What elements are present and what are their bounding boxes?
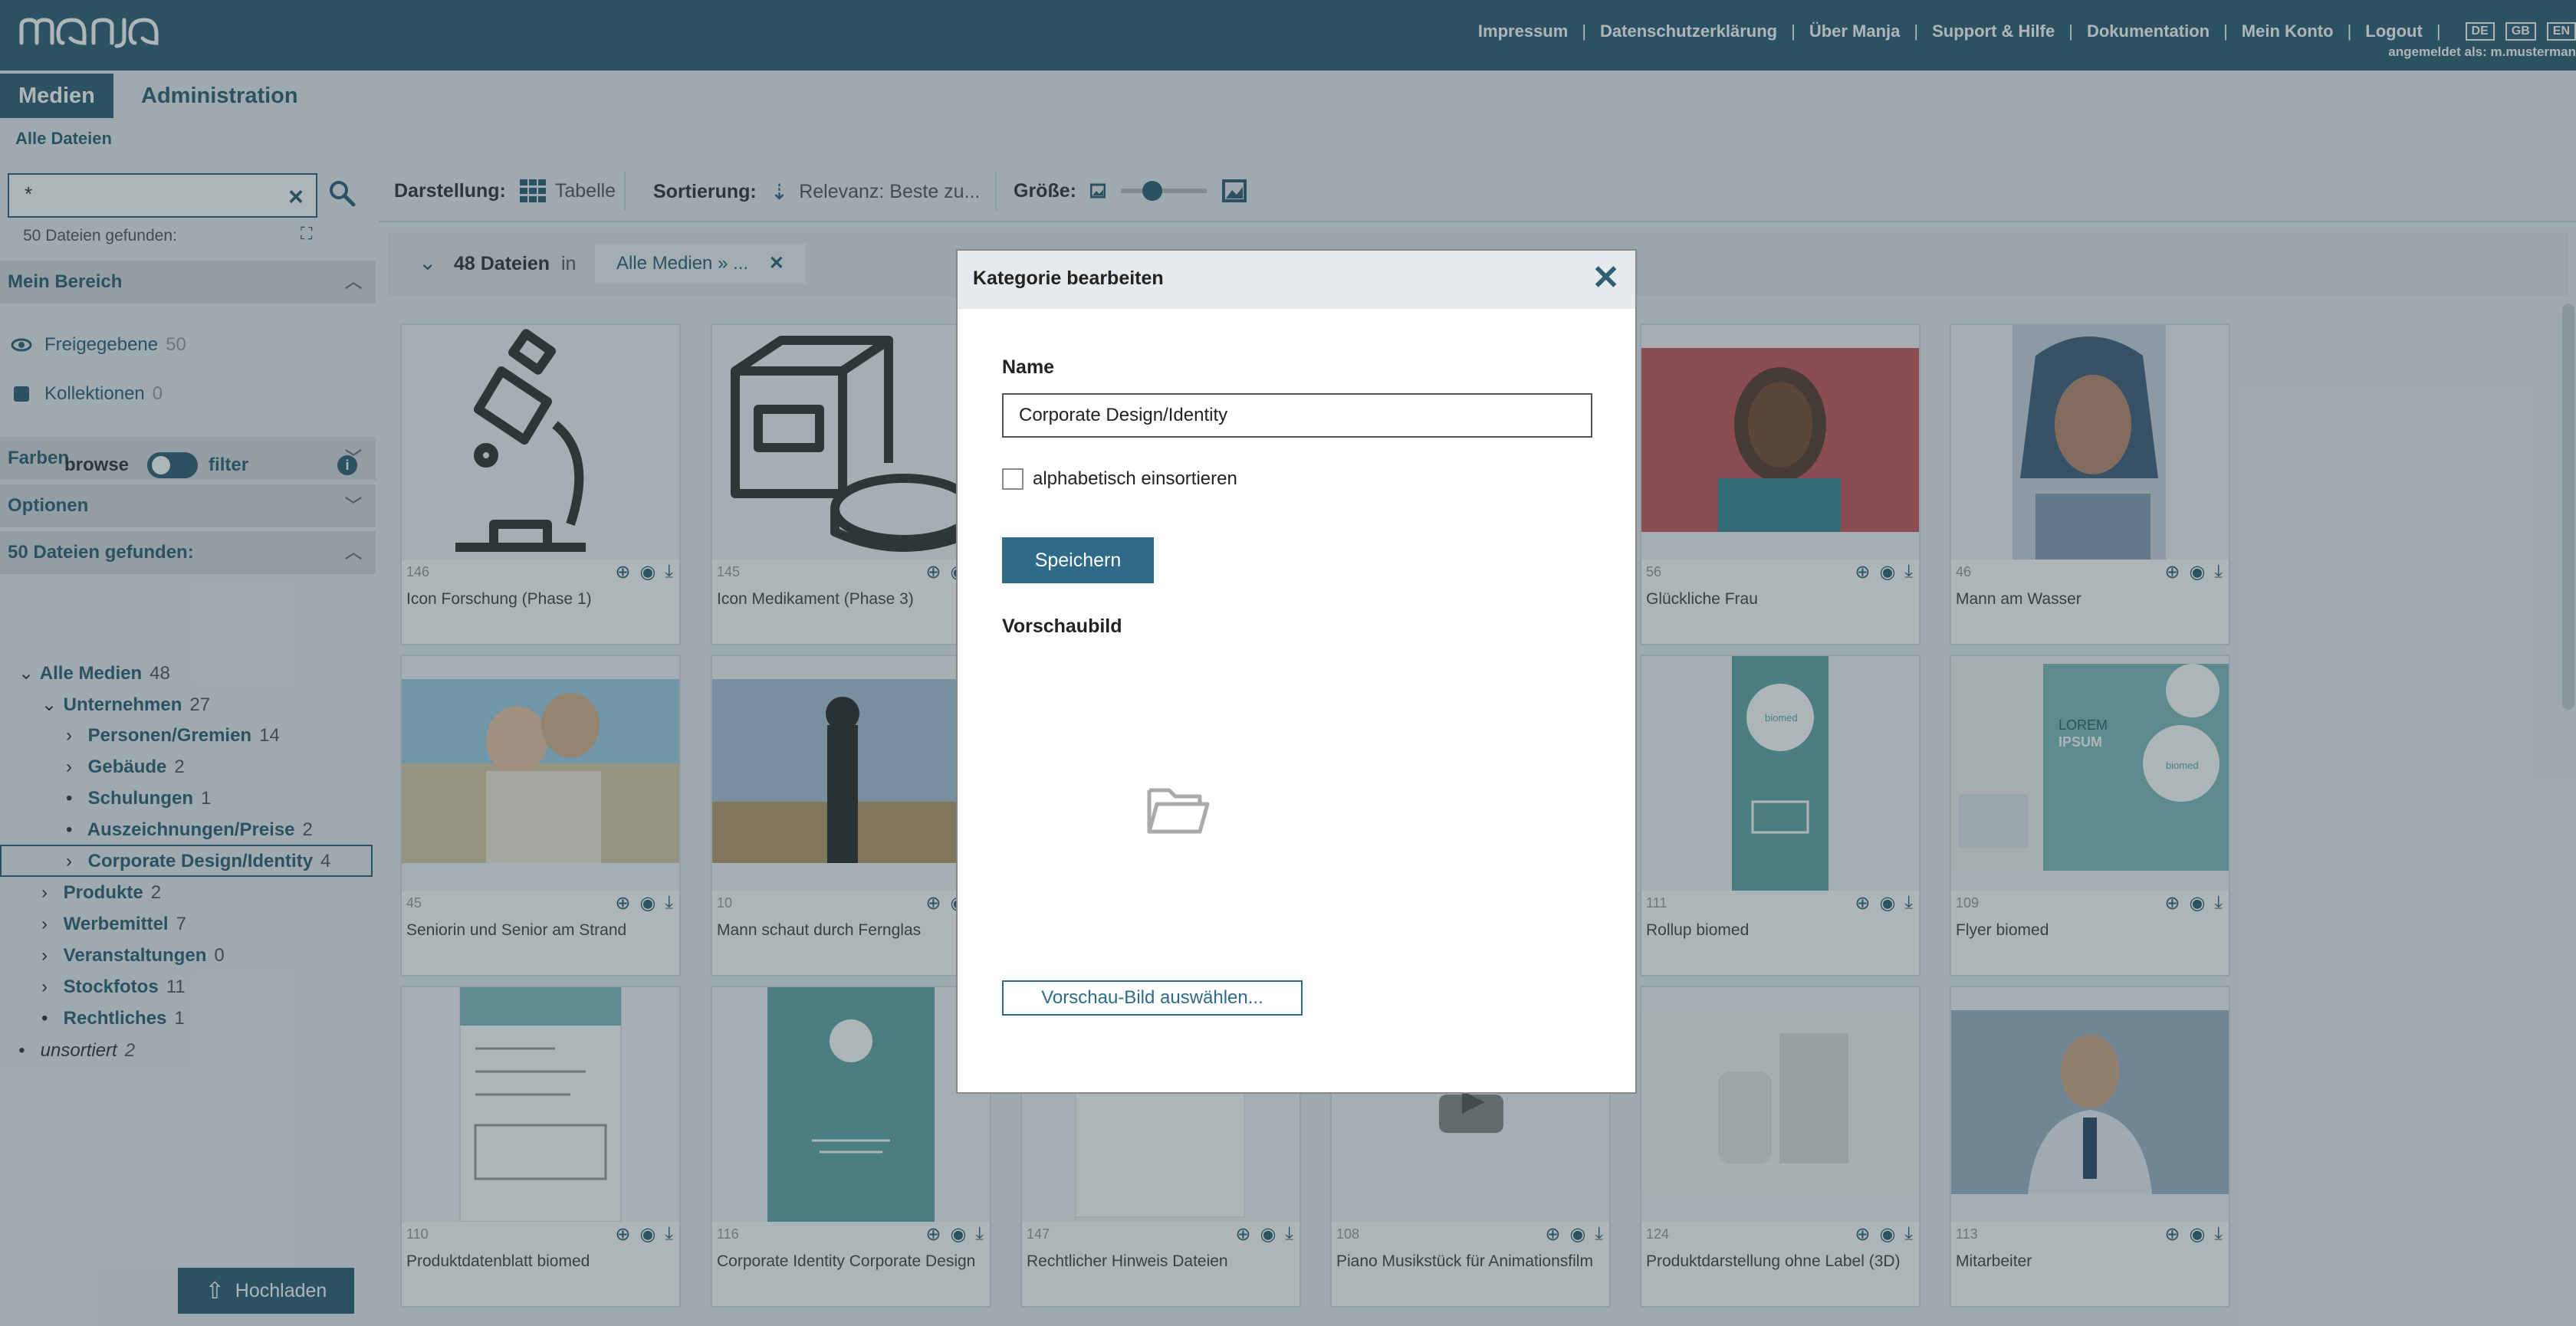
name-field[interactable] (1002, 393, 1592, 438)
alphabetical-checkbox[interactable] (1002, 468, 1024, 490)
close-icon[interactable]: ✕ (1592, 261, 1620, 295)
alphabetical-option[interactable]: alphabetisch einsortieren (1002, 468, 1237, 490)
folder-icon (1147, 788, 1210, 834)
alphabetical-label: alphabetisch einsortieren (1033, 468, 1237, 489)
choose-preview-image-button[interactable]: Vorschau-Bild auswählen... (1002, 980, 1303, 1016)
name-label: Name (1002, 356, 1055, 378)
edit-category-dialog: Kategorie bearbeiten ✕ Name alphabetisch… (956, 249, 1637, 1094)
preview-label: Vorschaubild (1002, 615, 1122, 637)
dialog-header: Kategorie bearbeiten ✕ (958, 251, 1635, 309)
dialog-title: Kategorie bearbeiten (973, 267, 1164, 289)
save-button[interactable]: Speichern (1002, 537, 1154, 583)
